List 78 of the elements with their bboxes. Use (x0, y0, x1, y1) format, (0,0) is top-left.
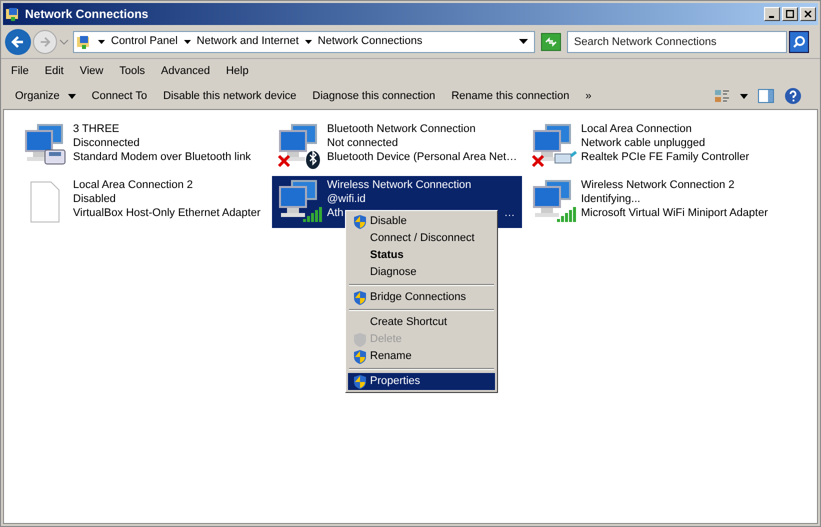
context-menu-item[interactable]: Create Shortcut (348, 314, 495, 331)
minimize-button[interactable] (764, 7, 780, 21)
breadcrumb-link[interactable]: Network Connections (318, 33, 422, 50)
breadcrumb-link[interactable]: Control Panel (111, 33, 178, 50)
search-button[interactable] (789, 30, 809, 52)
context-menu-item[interactable]: Rename (348, 348, 495, 365)
connection-item[interactable]: Local Area Connection Network cable unplugged Realtek PCIe FE Family Controller (526, 120, 776, 172)
device-name: Bluetooth Device (Personal Area Net… (327, 150, 518, 164)
connection-status: Disabled (73, 192, 117, 206)
forward-arrow-icon (39, 36, 51, 48)
connection-name: Local Area Connection 2 (73, 178, 194, 192)
context-menu-item[interactable]: Status (348, 247, 495, 264)
network-folder-icon (76, 34, 92, 50)
toolbar-button[interactable]: Connect To (84, 85, 156, 107)
menu-item[interactable]: Tools (111, 62, 154, 80)
shield-icon (353, 332, 367, 348)
shield-icon (353, 214, 367, 230)
toolbar-button[interactable]: Diagnose this connection (304, 85, 444, 107)
device-name: Realtek PCIe FE Family Controller (581, 150, 750, 164)
toolbar-button[interactable]: Organize (7, 85, 84, 107)
address-bar[interactable]: Control Panel Network and Internet Network Connections (73, 30, 535, 52)
toolbar-button[interactable]: » (577, 85, 600, 107)
connection-status: @wifi.id (327, 192, 367, 206)
toolbar-button[interactable]: Rename this connection (443, 85, 578, 107)
shield-icon (353, 374, 367, 390)
connection-item[interactable]: Local Area Connection 2 Disabled VirtualBox Host-Only Ethernet Adapter (18, 176, 268, 228)
connection-item[interactable]: 3 THREE Disconnected Standard Modem over Bluetooth link (18, 120, 268, 172)
caret-icon (68, 94, 76, 98)
menu-item[interactable]: Edit (36, 62, 72, 80)
connection-name: 3 THREE (73, 122, 120, 136)
caret-icon[interactable] (740, 94, 748, 98)
context-menu-item[interactable]: Properties (348, 373, 495, 390)
back-arrow-icon (11, 34, 25, 48)
maximize-button[interactable] (782, 7, 798, 21)
menu-item[interactable]: Advanced (153, 62, 218, 80)
connection-name: Wireless Network Connection (327, 178, 472, 192)
search-field[interactable]: Search Network Connections (567, 30, 787, 52)
search-icon (792, 34, 806, 48)
breadcrumb-link[interactable]: Network and Internet (196, 33, 299, 50)
shield-icon (353, 348, 367, 364)
close-icon (804, 10, 812, 18)
preview-pane-icon[interactable] (758, 88, 774, 104)
device-name: VirtualBox Host-Only Ethernet Adapter (73, 206, 261, 220)
connection-status: Disconnected (73, 136, 141, 150)
help-icon[interactable] (784, 87, 802, 105)
caret-icon[interactable] (519, 39, 528, 44)
network-folder-icon (5, 6, 21, 22)
caret-icon[interactable] (98, 40, 105, 44)
refresh-arrows-icon (545, 36, 557, 46)
device-name: Microsoft Virtual WiFi Miniport Adapter (581, 206, 768, 220)
back-button[interactable] (5, 28, 31, 54)
context-menu-item[interactable]: Connect / Disconnect (348, 230, 495, 247)
ellipsis: … (504, 206, 515, 220)
caret-icon[interactable] (304, 40, 312, 44)
connection-name: Wireless Network Connection 2 (581, 178, 736, 192)
context-menu-item[interactable]: Disable (348, 213, 495, 230)
device-name: Ath (327, 206, 344, 220)
refresh-button[interactable] (541, 32, 561, 50)
device-name: Standard Modem over Bluetooth link (73, 150, 251, 164)
connection-status: Network cable unplugged (581, 136, 706, 150)
connection-status: Identifying... (581, 192, 642, 206)
view-icon[interactable] (714, 88, 730, 104)
connection-name: Local Area Connection (581, 122, 693, 136)
context-menu-item[interactable]: Bridge Connections (348, 289, 495, 306)
maximize-icon (786, 10, 794, 18)
connection-name: Bluetooth Network Connection (327, 122, 477, 136)
menu-item[interactable]: Help (218, 62, 257, 80)
connection-item[interactable]: Bluetooth Network Connection Not connected Bluetooth Device (Personal Area Net… (272, 120, 522, 172)
caret-icon[interactable] (184, 40, 191, 44)
connection-item[interactable]: Wireless Network Connection 2 Identifying... Microsoft Virtual WiFi Miniport Adapter (526, 176, 776, 228)
window-title: Network Connections (25, 6, 148, 23)
menu-item[interactable]: View (72, 62, 112, 80)
connection-status: Not connected (327, 136, 399, 150)
toolbar-button[interactable]: Disable this network device (155, 85, 304, 107)
shield-icon (353, 290, 367, 306)
context-menu-item[interactable]: Diagnose (348, 264, 495, 281)
menu-item[interactable]: File (3, 62, 37, 80)
close-button[interactable] (800, 7, 816, 21)
